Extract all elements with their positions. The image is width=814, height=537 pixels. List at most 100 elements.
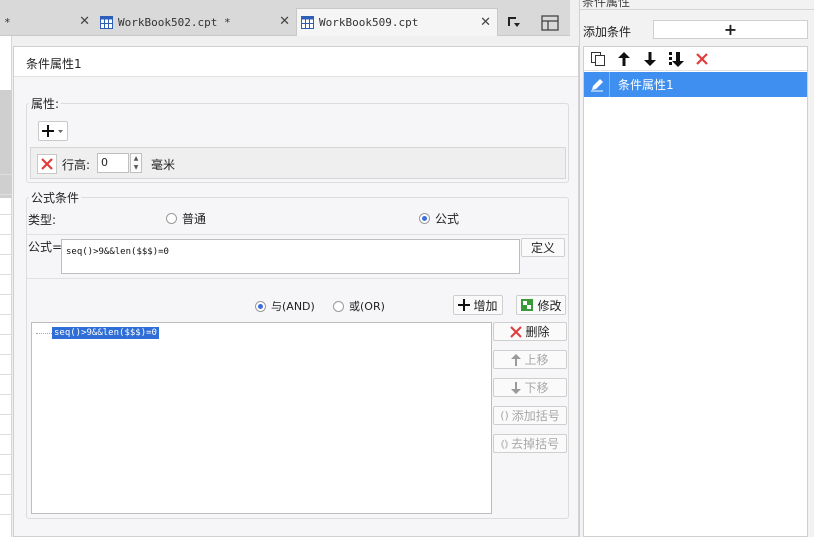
plus-dropdown-icon [42, 125, 63, 137]
arrow-up-icon [618, 51, 630, 66]
arrow-down-icon [644, 51, 656, 66]
button-label: 上移 [524, 353, 549, 367]
delete-x-icon [41, 158, 53, 170]
separator [580, 9, 814, 10]
close-icon[interactable]: ✕ [79, 14, 90, 29]
add-bracket-button[interactable]: () 添加括号 [493, 406, 567, 425]
add-condition-plus-button[interactable]: + [653, 20, 808, 39]
copy-button[interactable] [588, 49, 608, 69]
modify-icon [521, 299, 534, 311]
logic-or-radio[interactable]: 或(OR) [333, 298, 385, 314]
formula-input[interactable]: seq()>9&&len($$$)=0 [61, 239, 520, 274]
layout-button[interactable] [534, 8, 566, 38]
tab-unsaved[interactable]: * ✕ [0, 8, 96, 36]
separator [26, 278, 569, 279]
type-formula-radio[interactable]: 公式 [419, 210, 459, 227]
move-down-button[interactable]: 下移 [493, 378, 567, 397]
spin-down-icon[interactable]: ▼ [131, 163, 141, 172]
delete-button[interactable]: 删除 [493, 322, 567, 341]
tab-bar: * ✕ WorkBook502.cpt * ✕ WorkBook509.cpt … [0, 0, 570, 36]
grid-line [0, 214, 12, 215]
grid-line [0, 414, 12, 415]
remove-attribute-button[interactable] [37, 154, 57, 174]
plus-icon: + [723, 20, 738, 39]
type-label: 类型: [28, 213, 57, 227]
list-item[interactable]: seq()>9&&len($$$)=0 [36, 327, 159, 339]
condition-list-panel: 条件属性 添加条件 + 条件属性1 [579, 0, 814, 537]
sheet-header-area [0, 90, 12, 198]
add-condition-button[interactable]: 增加 [453, 295, 503, 315]
spreadsheet-edge [0, 36, 12, 537]
grid-line [0, 314, 12, 315]
move-to-bottom-button[interactable] [666, 49, 686, 69]
grid-line [0, 494, 12, 495]
spin-up-icon[interactable]: ▲ [131, 154, 141, 163]
move-up-button[interactable] [614, 49, 634, 69]
delete-x-icon [510, 325, 523, 338]
close-icon[interactable]: ✕ [279, 14, 290, 29]
condition-list[interactable]: seq()>9&&len($$$)=0 [31, 322, 492, 514]
radio-label: 普通 [182, 212, 207, 226]
layout-icon [541, 15, 559, 31]
button-label: 修改 [537, 298, 562, 313]
add-attribute-dropdown[interactable] [38, 121, 68, 141]
arrow-down-icon [511, 381, 522, 394]
tab-label: WorkBook509.cpt [319, 16, 419, 29]
grid-line [0, 334, 12, 335]
grid-line [0, 454, 12, 455]
grid-line [0, 294, 12, 295]
delete-button[interactable] [692, 49, 712, 69]
delete-x-icon [696, 52, 708, 65]
row-height-label: 行高: [62, 158, 91, 172]
grid-line [0, 174, 12, 175]
grid-line [0, 274, 12, 275]
radio-label: 公式 [435, 212, 460, 226]
tab-workbook502[interactable]: WorkBook502.cpt * ✕ [96, 8, 296, 36]
arrow-up-icon [511, 353, 522, 366]
grid-line [0, 514, 12, 515]
unit-label: 毫米 [151, 158, 176, 172]
add-condition-label: 添加条件 [583, 25, 632, 39]
radio-selected-icon [255, 300, 266, 312]
button-label: 去掉括号 [511, 437, 560, 451]
define-button[interactable]: 定义 [521, 238, 565, 257]
move-down-button[interactable] [640, 49, 660, 69]
radio-icon [333, 300, 344, 312]
list-item-label: 条件属性1 [618, 78, 674, 92]
radio-selected-icon [419, 213, 430, 224]
button-label: 增加 [473, 298, 498, 313]
dialog-title: 条件属性1 [14, 47, 578, 77]
grid-line [0, 434, 12, 435]
attributes-legend: 属性: [31, 97, 60, 111]
plus-icon [458, 299, 471, 311]
tree-connector [36, 332, 52, 334]
tab-label: WorkBook502.cpt * [118, 15, 231, 29]
logic-and-radio[interactable]: 与(AND) [255, 298, 315, 314]
modify-condition-button[interactable]: 修改 [516, 295, 566, 315]
move-bottom-icon [669, 51, 684, 67]
grid-line [0, 394, 12, 395]
radio-label: 或(OR) [349, 300, 385, 313]
remove-bracket-button[interactable]: ⦅⦆ 去掉括号 [493, 434, 567, 453]
row-height-attribute: 行高: 0 ▲ ▼ 毫米 [30, 147, 566, 179]
button-label: 删除 [525, 325, 550, 339]
list-toolbar [584, 47, 807, 71]
list-item-condition-1[interactable]: 条件属性1 [584, 72, 807, 97]
condition-items-list: 条件属性1 [583, 46, 808, 537]
close-icon[interactable]: ✕ [480, 15, 491, 30]
tab-workbook509[interactable]: WorkBook509.cpt ✕ [296, 8, 498, 36]
condition-attribute-dialog: 条件属性1 属性: 行高: 0 ▲ ▼ 毫米 公式条件 类型: 普通 公式 公式… [13, 46, 579, 537]
button-label: 下移 [524, 381, 549, 395]
tab-list-dropdown[interactable] [500, 10, 528, 34]
move-up-button[interactable]: 上移 [493, 350, 567, 369]
tab-label: * [4, 15, 11, 29]
radio-label: 与(AND) [271, 300, 315, 313]
grid-line [0, 354, 12, 355]
type-normal-radio[interactable]: 普通 [166, 210, 206, 227]
button-label: 添加括号 [511, 409, 560, 423]
row-height-stepper[interactable]: ▲ ▼ [130, 153, 142, 173]
separator [26, 234, 569, 235]
condition-text: seq()>9&&len($$$)=0 [52, 327, 159, 339]
grid-line [0, 254, 12, 255]
row-height-input[interactable]: 0 [97, 153, 129, 173]
